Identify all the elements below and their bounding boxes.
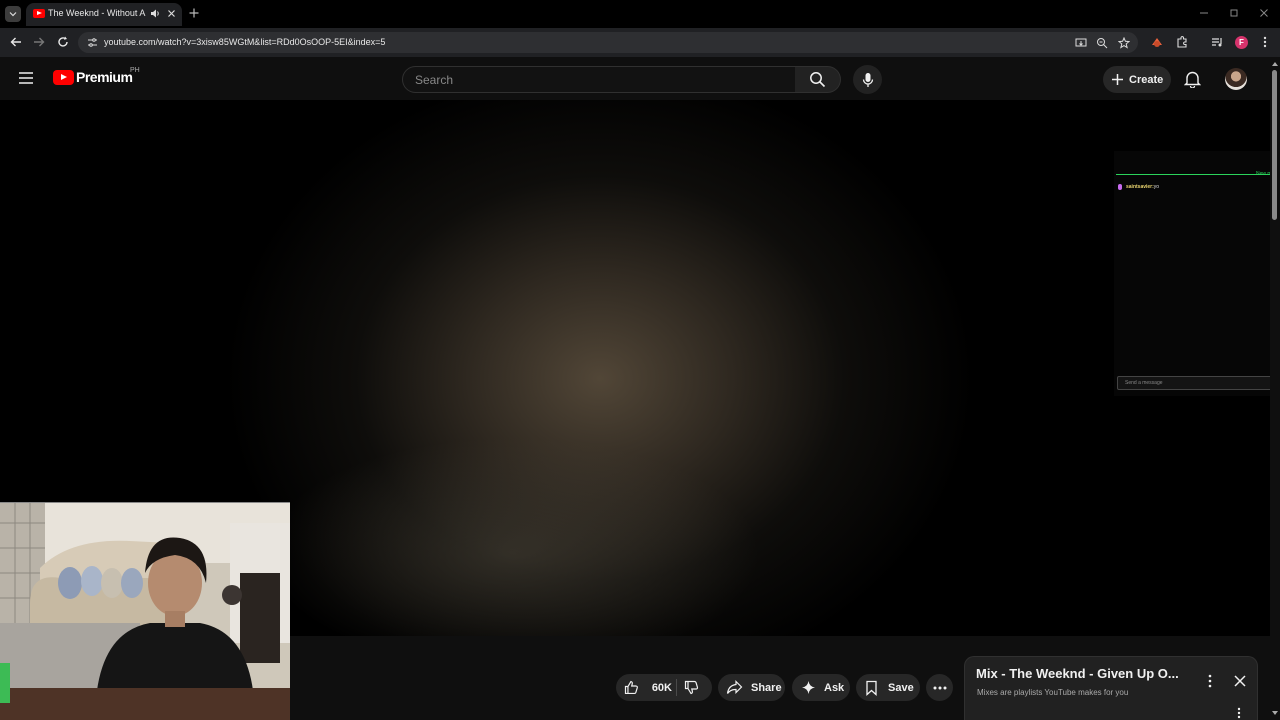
playlist-item-kebab-icon[interactable] (1236, 707, 1242, 719)
like-button[interactable]: 60K (616, 680, 672, 695)
ask-label: Ask (824, 681, 845, 694)
browser-menu-kebab-icon[interactable] (1259, 35, 1271, 49)
stream-chat-overlay: New m saintsavier: yo Send a message (1114, 151, 1280, 396)
create-label: Create (1129, 73, 1164, 86)
chat-message-input[interactable]: Send a message (1117, 376, 1280, 390)
hamburger-menu-icon[interactable] (18, 71, 34, 85)
more-horizontal-icon (933, 686, 946, 689)
save-button[interactable]: Save (856, 674, 920, 701)
extension-app-icon[interactable] (1150, 35, 1164, 49)
extensions-puzzle-icon[interactable] (1175, 35, 1189, 49)
notifications-bell-icon[interactable] (1184, 70, 1201, 88)
site-info-icon[interactable] (87, 37, 98, 48)
address-bar[interactable]: youtube.com/watch?v=3xisw85WGtM&list=RDd… (78, 32, 1138, 53)
share-label: Share (751, 681, 782, 694)
sparkle-icon (802, 681, 815, 694)
bookmark-star-icon[interactable] (1118, 37, 1130, 49)
webcam-overlay (0, 502, 290, 720)
country-code: PH (130, 67, 140, 74)
like-count: 60K (651, 681, 672, 694)
browser-toolbar: youtube.com/watch?v=3xisw85WGtM&list=RDd… (0, 28, 1280, 57)
account-avatar[interactable] (1225, 68, 1247, 90)
scroll-up-arrow-icon[interactable] (1272, 62, 1278, 66)
mix-playlist-panel[interactable]: Mix - The Weeknd - Given Up O... Mixes a… (964, 656, 1258, 720)
minimize-window-icon[interactable] (1199, 8, 1209, 18)
chat-message: saintsavier: yo (1118, 184, 1159, 190)
save-label: Save (888, 681, 914, 694)
url-text: youtube.com/watch?v=3xisw85WGtM&list=RDd… (104, 37, 386, 47)
youtube-favicon-icon (33, 9, 45, 18)
youtube-play-logo-icon (53, 69, 74, 85)
thumbs-down-icon (684, 680, 699, 695)
browser-tab[interactable]: The Weeknd - Without A W (26, 3, 182, 26)
youtube-masthead: Premium PH Search Create (0, 57, 1270, 100)
microphone-icon (862, 72, 873, 87)
mix-title[interactable]: Mix - The Weeknd - Given Up O... (976, 666, 1179, 681)
chat-message-text: yo (1153, 184, 1160, 190)
logo-text: Premium (76, 69, 133, 85)
install-app-icon[interactable] (1075, 37, 1087, 49)
back-arrow-icon[interactable] (9, 35, 23, 49)
youtube-premium-logo[interactable]: Premium (53, 69, 133, 85)
like-dislike-group: 60K (616, 674, 712, 701)
new-messages-divider (1116, 174, 1276, 175)
scrollbar-thumb[interactable] (1272, 70, 1277, 220)
create-button[interactable]: Create (1103, 66, 1171, 93)
close-icon[interactable] (1233, 674, 1247, 688)
zoom-icon[interactable] (1096, 37, 1108, 49)
bookmark-icon (866, 680, 877, 696)
search-button[interactable] (795, 66, 841, 93)
forward-arrow-icon[interactable] (32, 35, 46, 49)
video-frame-lower-glow (260, 430, 820, 636)
chat-input-placeholder: Send a message (1125, 380, 1163, 386)
search-icon (810, 72, 826, 88)
share-button[interactable]: Share (718, 674, 785, 701)
chat-username: saintsavier: (1126, 184, 1154, 190)
share-arrow-icon (726, 680, 743, 694)
mix-subtitle: Mixes are playlists YouTube makes for yo… (977, 688, 1129, 697)
page-scrollbar[interactable] (1270, 57, 1280, 720)
more-actions-button[interactable] (926, 674, 953, 701)
search-input[interactable]: Search (402, 66, 796, 93)
reload-icon[interactable] (56, 35, 70, 49)
close-icon[interactable] (166, 8, 177, 19)
tab-title: The Weeknd - Without A W (48, 8, 146, 18)
dislike-button[interactable] (677, 680, 699, 695)
chevron-down-icon (9, 12, 17, 17)
media-controls-icon[interactable] (1210, 35, 1224, 49)
speaker-icon[interactable] (150, 8, 161, 19)
restore-window-icon[interactable] (1229, 8, 1239, 18)
close-window-icon[interactable] (1259, 8, 1269, 18)
search-placeholder: Search (415, 73, 454, 87)
new-tab-plus-icon[interactable] (188, 7, 200, 19)
thumbs-up-icon (624, 680, 638, 695)
ask-button[interactable]: Ask (792, 674, 850, 701)
chat-badge-icon (1118, 184, 1122, 190)
browser-tab-bar: The Weeknd - Without A W (0, 0, 1280, 28)
browser-profile-avatar[interactable]: F (1235, 36, 1248, 49)
plus-icon (1112, 74, 1123, 85)
scroll-down-arrow-icon[interactable] (1272, 711, 1278, 715)
webcam-feed (0, 503, 290, 720)
voice-search-button[interactable] (853, 65, 882, 94)
playlist-menu-kebab-icon[interactable] (1207, 674, 1213, 688)
tab-search-button[interactable] (5, 6, 21, 22)
